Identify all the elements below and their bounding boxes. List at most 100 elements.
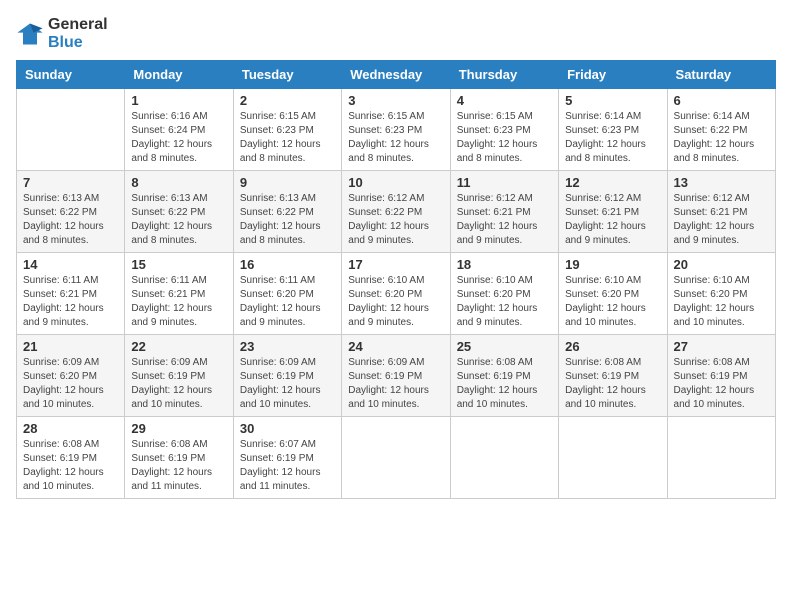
calendar-cell: 28 Sunrise: 6:08 AMSunset: 6:19 PMDayligh…	[17, 417, 125, 499]
calendar-cell: 21 Sunrise: 6:09 AMSunset: 6:20 PMDayligh…	[17, 335, 125, 417]
logo: General Blue	[16, 16, 108, 52]
day-number: 30	[240, 421, 335, 436]
week-row-2: 14 Sunrise: 6:11 AMSunset: 6:21 PMDayligh…	[17, 253, 776, 335]
header: General Blue	[16, 16, 776, 52]
week-row-1: 7 Sunrise: 6:13 AMSunset: 6:22 PMDaylight…	[17, 171, 776, 253]
day-info: Sunrise: 6:14 AMSunset: 6:22 PMDaylight:…	[674, 110, 769, 166]
day-number: 2	[240, 93, 335, 108]
day-number: 12	[565, 175, 660, 190]
day-number: 6	[674, 93, 769, 108]
day-number: 28	[23, 421, 118, 436]
day-info: Sunrise: 6:09 AMSunset: 6:20 PMDaylight:…	[23, 356, 118, 412]
day-number: 22	[131, 339, 226, 354]
header-monday: Monday	[125, 61, 233, 89]
day-number: 5	[565, 93, 660, 108]
day-number: 8	[131, 175, 226, 190]
day-info: Sunrise: 6:10 AMSunset: 6:20 PMDaylight:…	[674, 274, 769, 330]
calendar-cell: 27 Sunrise: 6:08 AMSunset: 6:19 PMDayligh…	[667, 335, 775, 417]
day-info: Sunrise: 6:10 AMSunset: 6:20 PMDaylight:…	[348, 274, 443, 330]
calendar-cell: 22Sunrise: 6:09 AMSunset: 6:19 PMDayligh…	[125, 335, 233, 417]
calendar-table: SundayMondayTuesdayWednesdayThursdayFrid…	[16, 60, 776, 499]
day-number: 29	[131, 421, 226, 436]
calendar-cell: 30 Sunrise: 6:07 AMSunset: 6:19 PMDayligh…	[233, 417, 341, 499]
day-number: 3	[348, 93, 443, 108]
header-thursday: Thursday	[450, 61, 558, 89]
calendar-cell: 7 Sunrise: 6:13 AMSunset: 6:22 PMDaylight…	[17, 171, 125, 253]
day-info: Sunrise: 6:11 AMSunset: 6:21 PMDaylight:…	[23, 274, 118, 330]
day-info: Sunrise: 6:15 AMSunset: 6:23 PMDaylight:…	[348, 110, 443, 166]
day-info: Sunrise: 6:08 AMSunset: 6:19 PMDaylight:…	[23, 438, 118, 494]
day-info: Sunrise: 6:08 AMSunset: 6:19 PMDaylight:…	[565, 356, 660, 412]
calendar-cell: 3 Sunrise: 6:15 AMSunset: 6:23 PMDaylight…	[342, 89, 450, 171]
day-number: 1	[131, 93, 226, 108]
calendar-cell: 6 Sunrise: 6:14 AMSunset: 6:22 PMDaylight…	[667, 89, 775, 171]
day-info: Sunrise: 6:12 AMSunset: 6:22 PMDaylight:…	[348, 192, 443, 248]
day-info: Sunrise: 6:13 AMSunset: 6:22 PMDaylight:…	[23, 192, 118, 248]
day-number: 25	[457, 339, 552, 354]
day-number: 27	[674, 339, 769, 354]
day-info: Sunrise: 6:08 AMSunset: 6:19 PMDaylight:…	[674, 356, 769, 412]
calendar-cell: 20Sunrise: 6:10 AMSunset: 6:20 PMDayligh…	[667, 253, 775, 335]
day-info: Sunrise: 6:07 AMSunset: 6:19 PMDaylight:…	[240, 438, 335, 494]
day-number: 4	[457, 93, 552, 108]
day-number: 23	[240, 339, 335, 354]
day-number: 15	[131, 257, 226, 272]
day-info: Sunrise: 6:11 AMSunset: 6:20 PMDaylight:…	[240, 274, 335, 330]
calendar-cell	[667, 417, 775, 499]
day-info: Sunrise: 6:12 AMSunset: 6:21 PMDaylight:…	[565, 192, 660, 248]
calendar-cell: 15 Sunrise: 6:11 AMSunset: 6:21 PMDayligh…	[125, 253, 233, 335]
calendar-cell	[559, 417, 667, 499]
day-number: 11	[457, 175, 552, 190]
day-info: Sunrise: 6:12 AMSunset: 6:21 PMDaylight:…	[674, 192, 769, 248]
day-number: 10	[348, 175, 443, 190]
calendar-cell: 26 Sunrise: 6:08 AMSunset: 6:19 PMDayligh…	[559, 335, 667, 417]
day-info: Sunrise: 6:16 AMSunset: 6:24 PMDaylight:…	[131, 110, 226, 166]
logo-text: General Blue	[48, 16, 108, 52]
day-info: Sunrise: 6:12 AMSunset: 6:21 PMDaylight:…	[457, 192, 552, 248]
header-wednesday: Wednesday	[342, 61, 450, 89]
day-number: 24	[348, 339, 443, 354]
calendar-cell: 18 Sunrise: 6:10 AMSunset: 6:20 PMDayligh…	[450, 253, 558, 335]
day-info: Sunrise: 6:08 AMSunset: 6:19 PMDaylight:…	[457, 356, 552, 412]
week-row-4: 28 Sunrise: 6:08 AMSunset: 6:19 PMDayligh…	[17, 417, 776, 499]
calendar-cell: 10 Sunrise: 6:12 AMSunset: 6:22 PMDayligh…	[342, 171, 450, 253]
day-info: Sunrise: 6:10 AMSunset: 6:20 PMDaylight:…	[457, 274, 552, 330]
calendar-cell	[17, 89, 125, 171]
header-sunday: Sunday	[17, 61, 125, 89]
calendar-cell	[342, 417, 450, 499]
calendar-cell: 4 Sunrise: 6:15 AMSunset: 6:23 PMDaylight…	[450, 89, 558, 171]
day-info: Sunrise: 6:10 AMSunset: 6:20 PMDaylight:…	[565, 274, 660, 330]
day-number: 7	[23, 175, 118, 190]
calendar-cell: 16Sunrise: 6:11 AMSunset: 6:20 PMDayligh…	[233, 253, 341, 335]
header-saturday: Saturday	[667, 61, 775, 89]
day-number: 9	[240, 175, 335, 190]
week-row-3: 21 Sunrise: 6:09 AMSunset: 6:20 PMDayligh…	[17, 335, 776, 417]
calendar-cell: 24Sunrise: 6:09 AMSunset: 6:19 PMDayligh…	[342, 335, 450, 417]
calendar-header-row: SundayMondayTuesdayWednesdayThursdayFrid…	[17, 61, 776, 89]
calendar-cell: 29 Sunrise: 6:08 AMSunset: 6:19 PMDayligh…	[125, 417, 233, 499]
day-number: 17	[348, 257, 443, 272]
day-info: Sunrise: 6:13 AMSunset: 6:22 PMDaylight:…	[240, 192, 335, 248]
day-number: 21	[23, 339, 118, 354]
calendar-cell: 23 Sunrise: 6:09 AMSunset: 6:19 PMDayligh…	[233, 335, 341, 417]
day-info: Sunrise: 6:13 AMSunset: 6:22 PMDaylight:…	[131, 192, 226, 248]
day-number: 19	[565, 257, 660, 272]
day-number: 18	[457, 257, 552, 272]
day-number: 14	[23, 257, 118, 272]
calendar-cell: 13Sunrise: 6:12 AMSunset: 6:21 PMDayligh…	[667, 171, 775, 253]
calendar-cell: 17 Sunrise: 6:10 AMSunset: 6:20 PMDayligh…	[342, 253, 450, 335]
calendar-cell: 1 Sunrise: 6:16 AMSunset: 6:24 PMDaylight…	[125, 89, 233, 171]
logo-icon	[16, 20, 44, 48]
day-number: 26	[565, 339, 660, 354]
day-info: Sunrise: 6:11 AMSunset: 6:21 PMDaylight:…	[131, 274, 226, 330]
calendar-cell: 12 Sunrise: 6:12 AMSunset: 6:21 PMDayligh…	[559, 171, 667, 253]
calendar-cell	[450, 417, 558, 499]
calendar-cell: 8 Sunrise: 6:13 AMSunset: 6:22 PMDaylight…	[125, 171, 233, 253]
day-info: Sunrise: 6:15 AMSunset: 6:23 PMDaylight:…	[457, 110, 552, 166]
week-row-0: 1 Sunrise: 6:16 AMSunset: 6:24 PMDaylight…	[17, 89, 776, 171]
calendar-cell: 11 Sunrise: 6:12 AMSunset: 6:21 PMDayligh…	[450, 171, 558, 253]
header-tuesday: Tuesday	[233, 61, 341, 89]
day-info: Sunrise: 6:08 AMSunset: 6:19 PMDaylight:…	[131, 438, 226, 494]
day-info: Sunrise: 6:09 AMSunset: 6:19 PMDaylight:…	[240, 356, 335, 412]
calendar-cell: 9 Sunrise: 6:13 AMSunset: 6:22 PMDaylight…	[233, 171, 341, 253]
